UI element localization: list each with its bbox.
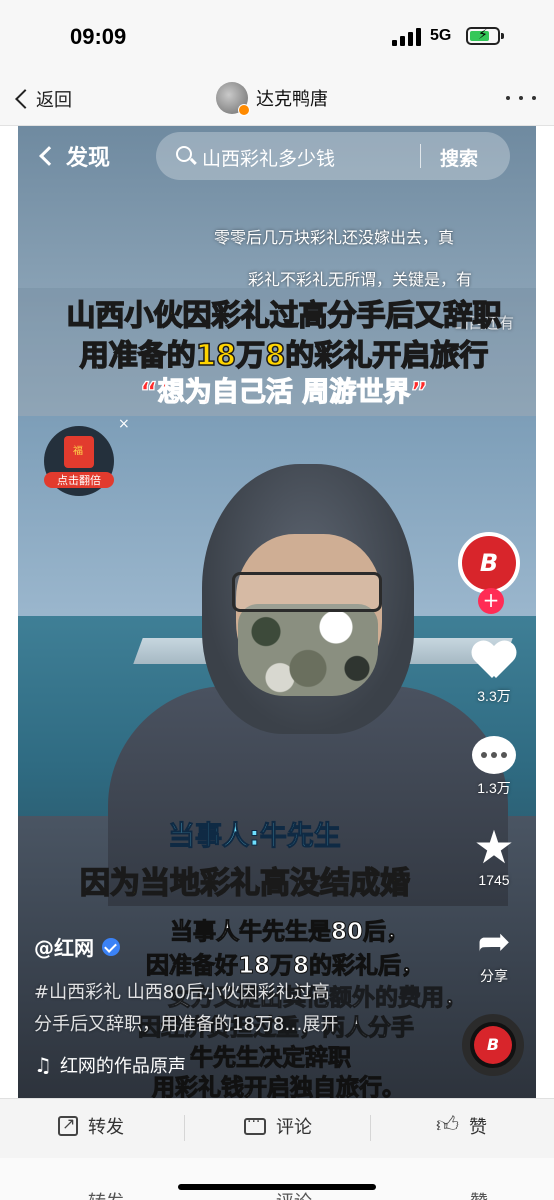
music-note-icon: ♫ xyxy=(34,1053,52,1077)
search-button[interactable]: 搜索 xyxy=(440,144,478,171)
follow-button[interactable]: + xyxy=(478,588,504,614)
comment-bubble-icon xyxy=(472,736,516,774)
search-input[interactable]: 山西彩礼多少钱 xyxy=(202,144,335,171)
back-label: 返回 xyxy=(36,90,72,111)
video-description[interactable]: 分手后又辞职，用准备的18万8…展开 xyxy=(34,1010,338,1036)
comment-label: 评论 xyxy=(276,1117,312,1138)
like-action-button[interactable]: 👍︎ 赞 xyxy=(436,1113,487,1139)
share-label: 分享 xyxy=(480,968,508,984)
chevron-left-icon xyxy=(15,89,35,109)
music-title: 红网的作品原声 xyxy=(59,1056,186,1077)
music-info[interactable]: ♫ 红网的作品原声 xyxy=(34,1052,186,1078)
user-handle[interactable]: @红网 xyxy=(34,932,120,961)
favorite-button[interactable]: ★ 1745 xyxy=(464,820,524,888)
music-disc-logo: B xyxy=(474,1026,512,1064)
subtitle-line: 当事人牛先生是80后， xyxy=(169,919,410,946)
forward-button[interactable]: 转发 xyxy=(58,1113,124,1139)
thumbs-up-icon: 👍︎ xyxy=(436,1113,459,1138)
caption-person: 当事人:牛先生 xyxy=(168,821,342,853)
ghost-forward-label: 转发 xyxy=(88,1188,124,1200)
red-envelope-icon xyxy=(64,436,94,468)
discover-label: 发现 xyxy=(66,146,111,171)
favorite-count: 1745 xyxy=(478,872,510,888)
comment-action-button[interactable]: 评论 xyxy=(244,1113,312,1139)
music-disc[interactable]: B xyxy=(462,1014,524,1076)
headline-line-2: 用准备的18万8的彩礼开启旅行 xyxy=(79,337,489,373)
video-description[interactable]: #山西彩礼 山西80后小伙因彩礼过高 xyxy=(34,978,330,1004)
action-bar: 转发 评论 👍︎ 赞 xyxy=(0,1098,554,1158)
like-button[interactable]: 3.3万 xyxy=(464,642,524,706)
camo-mask xyxy=(238,604,378,696)
forward-icon xyxy=(58,1114,78,1136)
subtitle-line: 用彩礼钱开启独自旅行。 xyxy=(152,1075,406,1099)
network-label: 5G xyxy=(430,27,452,44)
comment-icon xyxy=(244,1114,266,1135)
video-screenshot[interactable]: 发现 山西彩礼多少钱 搜索 零零后几万块彩礼还没嫁出去，真 彩礼不彩礼无所谓，关… xyxy=(18,126,536,1098)
share-arrow-icon: ➦ xyxy=(477,919,511,965)
user-handle-text: @红网 xyxy=(34,936,94,960)
heart-icon xyxy=(472,642,516,682)
nav-author[interactable]: 达克鸭唐 xyxy=(216,82,328,116)
red-packet-button[interactable]: 点击翻倍 xyxy=(44,426,114,496)
verified-badge-icon xyxy=(238,104,250,116)
comment-count: 1.3万 xyxy=(477,780,511,796)
danmaku-comment: 零零后几万块彩礼还没嫁出去，真 xyxy=(214,228,455,247)
like-label: 赞 xyxy=(469,1117,487,1138)
glasses xyxy=(232,572,382,612)
author-avatar[interactable]: B xyxy=(458,532,520,594)
ghost-like-label: 赞 xyxy=(470,1188,488,1200)
chevron-left-icon xyxy=(39,146,59,166)
share-button[interactable]: ➦ 分享 xyxy=(464,922,524,986)
like-count: 3.3万 xyxy=(477,688,511,704)
forward-label: 转发 xyxy=(88,1117,124,1138)
search-divider xyxy=(420,144,421,168)
red-packet-label: 点击翻倍 xyxy=(44,472,114,488)
headline-line-3: “想为自己活 周游世界” xyxy=(139,376,428,408)
signal-bars-icon xyxy=(392,28,424,46)
subtitle-line: 因准备好18万8的彩礼后， xyxy=(145,953,425,980)
author-logo: B xyxy=(462,536,516,590)
verified-icon xyxy=(102,937,120,956)
nav-bar: 返回 达克鸭唐 xyxy=(0,72,554,126)
avatar xyxy=(216,82,250,116)
nav-title: 达克鸭唐 xyxy=(256,89,328,110)
search-icon xyxy=(176,146,192,162)
home-indicator[interactable] xyxy=(178,1184,376,1190)
caption-reason: 因为当地彩礼高没结成婚 xyxy=(79,865,411,902)
star-icon: ★ xyxy=(473,820,515,874)
close-icon[interactable]: × xyxy=(118,416,130,432)
status-time: 09:09 xyxy=(70,24,127,49)
danmaku-comment: 彩礼不彩礼无所谓，关键是，有 xyxy=(248,270,473,289)
duplicate-action-bar: 转发 评论 赞 xyxy=(0,1158,554,1200)
comment-button[interactable]: 1.3万 xyxy=(464,736,524,798)
headline-line-1: 山西小伙因彩礼过高分手后又辞职 xyxy=(66,297,503,333)
battery-charging-icon: ⚡ xyxy=(466,27,504,45)
subtitle-line: 牛先生决定辞职 xyxy=(190,1045,352,1072)
back-button[interactable]: 返回 xyxy=(14,84,72,114)
status-bar: 09:09 5G ⚡ xyxy=(0,0,554,72)
discover-back-button[interactable]: 发现 xyxy=(38,140,110,172)
search-bar[interactable]: 山西彩礼多少钱 搜索 xyxy=(156,132,510,180)
more-dots-icon[interactable] xyxy=(506,88,536,108)
